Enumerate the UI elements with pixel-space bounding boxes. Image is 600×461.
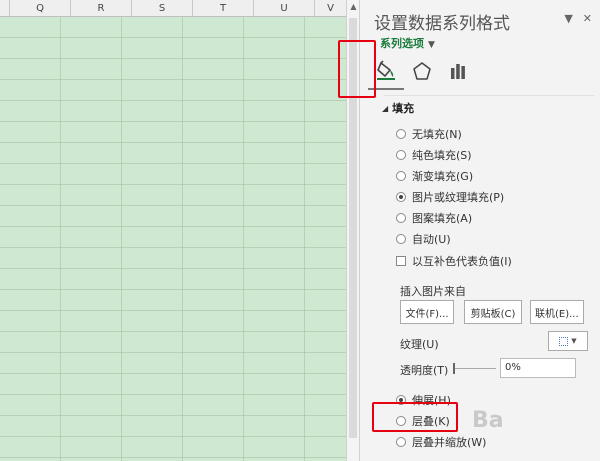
radio-button[interactable] (396, 437, 406, 447)
watermark-logo: Ba (472, 408, 504, 433)
stack-option-label: 层叠并缩放(W) (412, 436, 487, 449)
pane-controls: ▼ ✕ (564, 12, 592, 25)
cell-grid[interactable] (0, 17, 346, 461)
column-header-partial (0, 0, 10, 17)
fill-option-label: 图案填充(A) (412, 212, 473, 225)
online-button[interactable]: 联机(E)... (530, 300, 584, 324)
checkbox[interactable] (396, 256, 406, 266)
invert-label: 以互补色代表负值(I) (412, 255, 512, 268)
fill-option-label: 渐变填充(G) (412, 170, 474, 183)
fill-option-pattern[interactable]: 图案填充(A) (396, 210, 472, 226)
transparency-input[interactable]: 0% (500, 358, 576, 378)
fill-option-label: 图片或纹理填充(P) (412, 191, 505, 204)
invert-if-negative[interactable]: 以互补色代表负值(I) (396, 253, 512, 269)
fill-option-label: 纯色填充(S) (412, 149, 472, 162)
effects-tab[interactable] (404, 52, 440, 90)
transparency-slider-handle[interactable] (453, 363, 455, 374)
pane-dropdown-icon[interactable]: ▼ (564, 12, 572, 25)
clipboard-button[interactable]: 剪贴板(C) (464, 300, 522, 324)
series-options-dropdown[interactable]: 系列选项 ▼ (380, 35, 435, 51)
divider (384, 95, 594, 96)
fill-option-solid[interactable]: 纯色填充(S) (396, 147, 472, 163)
fill-option-gradient[interactable]: 渐变填充(G) (396, 168, 473, 184)
column-header-v[interactable]: V (315, 0, 346, 17)
series-options-tab[interactable] (440, 52, 476, 90)
fill-section-header[interactable]: ◢ 填充 (382, 100, 414, 116)
fill-option-label: 自动(U) (412, 233, 451, 246)
chevron-down-icon: ▼ (571, 337, 577, 345)
spreadsheet-area[interactable]: Q R S T U V (0, 0, 346, 461)
fill-option-automatic[interactable]: 自动(U) (396, 231, 451, 247)
column-header-u[interactable]: U (254, 0, 315, 17)
chevron-down-icon: ▼ (428, 40, 435, 50)
texture-swatch-icon (559, 336, 569, 346)
highlight-box-fill-tab (338, 40, 376, 98)
radio-button[interactable] (396, 213, 406, 223)
scroll-up-icon[interactable]: ▲ (349, 2, 358, 11)
radio-button-selected[interactable] (396, 192, 406, 202)
texture-picker[interactable]: ▼ (548, 331, 588, 351)
column-header-s[interactable]: S (132, 0, 193, 17)
fill-section-label: 填充 (392, 102, 415, 115)
fill-option-none[interactable]: 无填充(N) (396, 126, 462, 142)
pane-title: 设置数据系列格式 (374, 14, 510, 34)
pane-icon-tabs (368, 52, 476, 92)
radio-button[interactable] (396, 129, 406, 139)
series-options-label: 系列选项 (380, 37, 424, 50)
fill-option-label: 无填充(N) (412, 128, 462, 141)
file-button[interactable]: 文件(F)... (400, 300, 454, 324)
texture-label: 纹理(U) (400, 338, 439, 351)
close-icon[interactable]: ✕ (583, 12, 592, 25)
insert-picture-from-label: 插入图片来自 (400, 285, 466, 298)
stack-option-stack-scale[interactable]: 层叠并缩放(W) (396, 434, 486, 450)
radio-button[interactable] (396, 234, 406, 244)
transparency-label: 透明度(T) (400, 364, 449, 377)
radio-button[interactable] (396, 171, 406, 181)
paint-bucket-icon (377, 60, 395, 80)
column-header-row: Q R S T U V (0, 0, 346, 17)
column-header-t[interactable]: T (193, 0, 254, 17)
radio-button[interactable] (396, 150, 406, 160)
highlight-box-stack-option (372, 402, 458, 432)
column-header-r[interactable]: R (71, 0, 132, 17)
format-data-series-pane: 设置数据系列格式 ▼ ✕ 系列选项 ▼ ◢ 填充 无填充(N) 纯色填充(S) … (360, 0, 600, 461)
collapse-caret-icon: ◢ (382, 103, 389, 113)
bar-chart-icon (451, 64, 465, 79)
fill-option-picture-texture[interactable]: 图片或纹理填充(P) (396, 189, 504, 205)
pentagon-icon (413, 62, 431, 80)
column-header-q[interactable]: Q (10, 0, 71, 17)
transparency-slider-track[interactable] (454, 368, 496, 369)
